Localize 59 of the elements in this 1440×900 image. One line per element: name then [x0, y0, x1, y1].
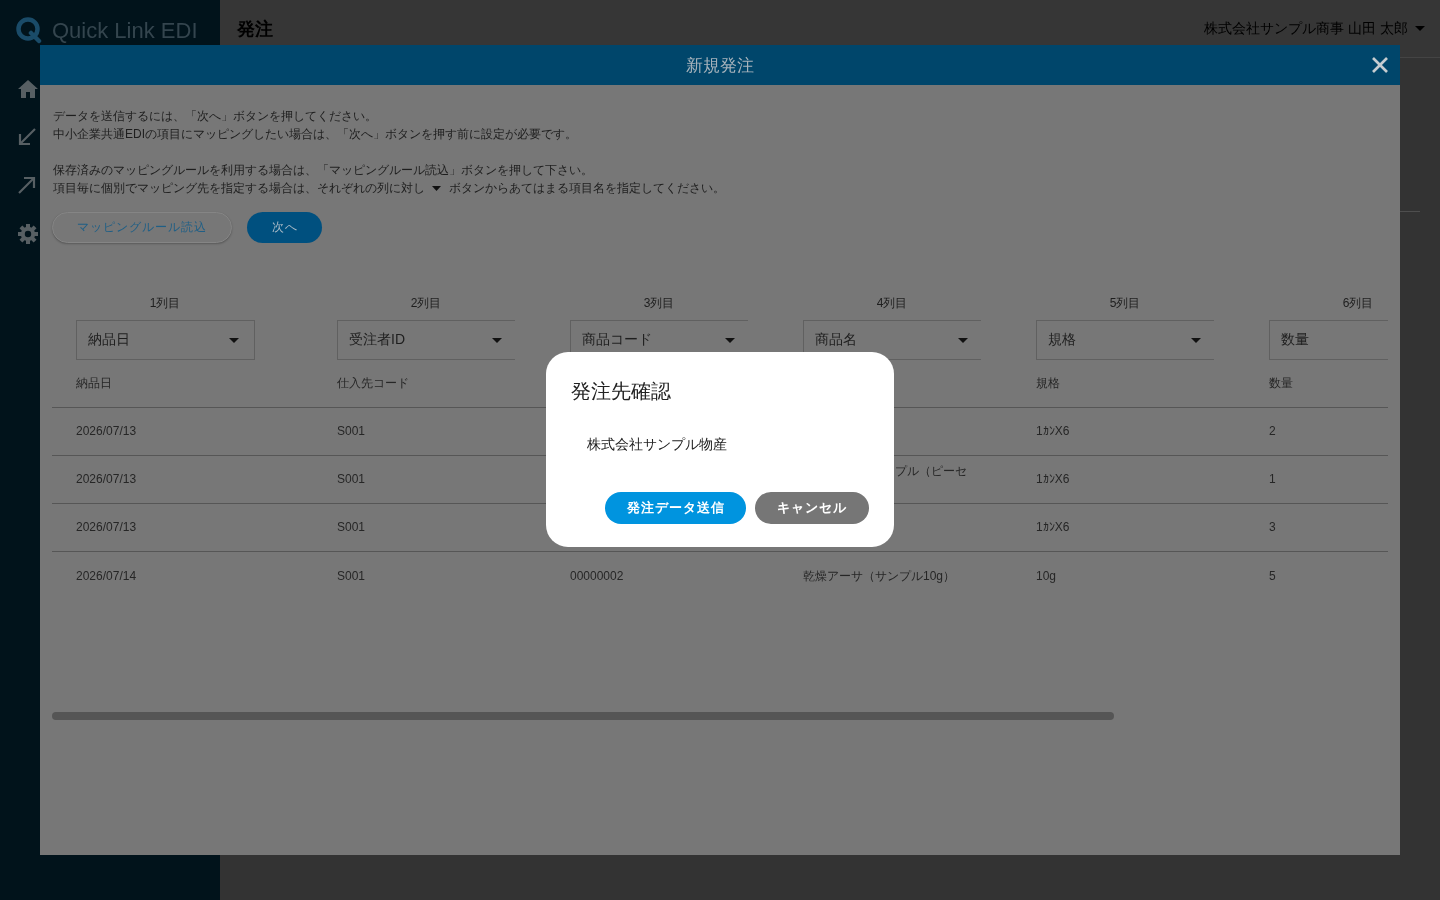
close-button[interactable]	[1372, 57, 1388, 73]
table-cell: S001	[337, 519, 366, 536]
column-select[interactable]: 規格	[1036, 320, 1214, 360]
column-header: 規格	[1036, 375, 1060, 392]
caret-icon	[958, 337, 968, 343]
table-cell: 1ｶﾝX6	[1036, 423, 1070, 440]
caret-icon	[725, 337, 735, 343]
arrow-up-right-icon[interactable]	[18, 176, 36, 194]
send-order-button[interactable]: 発注データ送信	[605, 492, 746, 524]
column-label: 1列目	[149, 296, 181, 310]
table-cell: 1ｶﾝX6	[1036, 519, 1070, 536]
home-icon[interactable]	[18, 80, 38, 98]
table-cell: 1	[1269, 471, 1276, 488]
table-cell: 5	[1269, 567, 1276, 585]
column-header: 仕入先コード	[337, 375, 409, 392]
instruction-text: 中小企業共通EDIの項目にマッピングしたい場合は、「次へ」ボタンを押す前に設定が必要です。	[53, 126, 578, 143]
caret-icon	[1415, 26, 1425, 31]
column-header: 数量	[1269, 375, 1293, 392]
table-cell: 00000002	[570, 567, 624, 585]
column-label: 2列目	[410, 296, 442, 310]
table-cell: 乾燥アーサ（サンプル10g）	[803, 567, 956, 585]
table-cell: S001	[337, 423, 366, 440]
settings-icon[interactable]	[18, 224, 38, 244]
table-cell: 3	[1269, 519, 1276, 536]
table-cell: プル（ピーセ	[895, 463, 967, 480]
table-cell: 2	[1269, 423, 1276, 440]
arrow-down-left-icon[interactable]	[18, 128, 36, 146]
instruction-text: データを送信するには、「次へ」ボタンを押してください。	[53, 108, 378, 125]
dialog-title: 発注先確認	[571, 379, 672, 403]
column-label: 6列目	[1342, 296, 1374, 310]
caret-icon	[432, 185, 441, 191]
column-select[interactable]: 納品日	[76, 320, 255, 360]
instruction-text: 項目毎に個別でマッピング先を指定する場合は、それぞれの列に対し	[53, 180, 425, 197]
close-icon	[1372, 57, 1388, 73]
column-label: 3列目	[643, 296, 675, 310]
column-label: 5列目	[1109, 296, 1141, 310]
table-cell: 2026/07/14	[76, 567, 137, 585]
caret-icon	[229, 337, 239, 343]
table-cell: 2026/07/13	[76, 519, 137, 536]
table-cell: S001	[337, 471, 366, 488]
column-select[interactable]: 受注者ID	[337, 320, 515, 360]
modal-title: 新規発注	[686, 54, 754, 77]
instruction-text: 保存済みのマッピングルールを利用する場合は、「マッピングルール読込」ボタンを押して下さい。	[53, 162, 594, 179]
horizontal-scrollbar[interactable]	[52, 712, 1114, 720]
table-cell: 1ｶﾝX6	[1036, 471, 1070, 488]
logo-icon	[16, 17, 42, 44]
caret-icon	[1191, 337, 1201, 343]
table-cell: 2026/07/13	[76, 423, 137, 440]
caret-icon	[492, 337, 502, 343]
dialog-message: 株式会社サンプル物産	[587, 435, 728, 454]
column-label: 4列目	[876, 296, 908, 310]
column-header: 納品日	[76, 375, 112, 392]
column-select[interactable]: 数量	[1269, 320, 1388, 360]
table-cell: 2026/07/13	[76, 471, 137, 488]
instruction-text: ボタンからあてはまる項目名を指定してください。	[449, 180, 725, 197]
cancel-button[interactable]: キャンセル	[755, 492, 869, 524]
next-button[interactable]: 次へ	[247, 212, 322, 243]
table-cell: 10g	[1036, 567, 1057, 585]
table-cell: S001	[337, 567, 366, 585]
